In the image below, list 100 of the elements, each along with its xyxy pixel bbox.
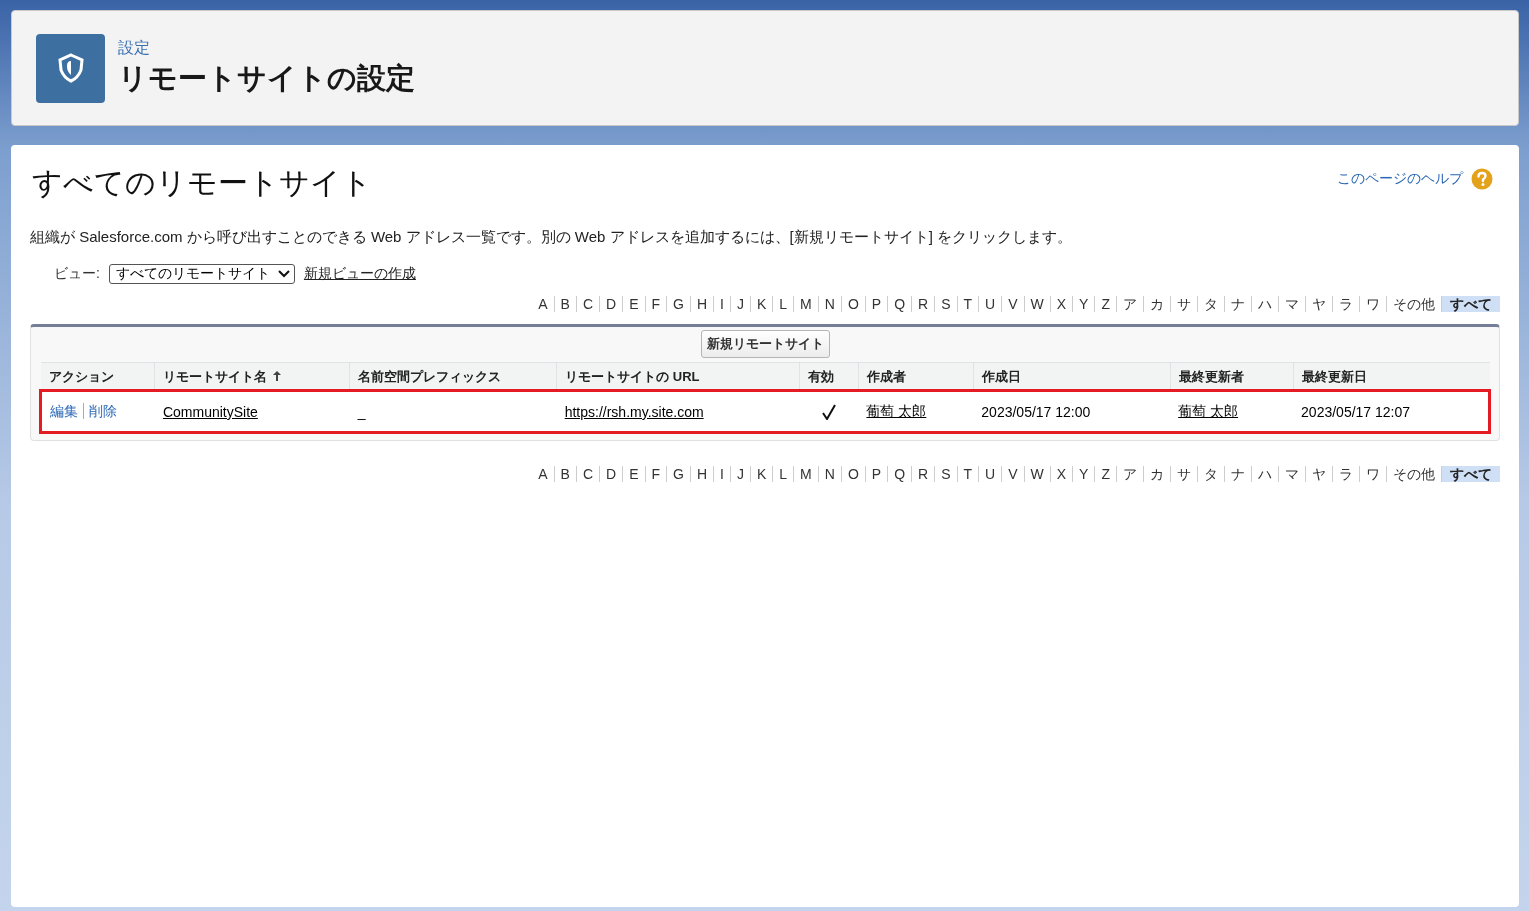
alphabet-filter-link[interactable]: B <box>553 296 576 312</box>
alphabet-filter-link[interactable]: N <box>817 296 841 312</box>
help-link[interactable]: このページのヘルプ <box>1337 170 1463 188</box>
alphabet-filter-link[interactable]: I <box>713 466 730 482</box>
alphabet-filter-link[interactable]: カ <box>1143 466 1170 482</box>
alphabet-filter-link[interactable]: ラ <box>1332 466 1359 482</box>
alphabet-filter-link[interactable]: G <box>666 466 690 482</box>
alphabet-filter-link[interactable]: J <box>729 296 750 312</box>
breadcrumb-link[interactable]: 設定 <box>118 37 150 59</box>
column-header[interactable]: 名前空間プレフィックス <box>349 362 557 391</box>
new-remote-site-button[interactable]: 新規リモートサイト <box>700 330 830 358</box>
alphabet-filter-link[interactable]: S <box>934 296 957 312</box>
alphabet-filter-link[interactable]: U <box>978 296 1002 312</box>
alphabet-filter-link[interactable]: マ <box>1278 466 1305 482</box>
alphabet-filter-link[interactable]: タ <box>1197 296 1224 312</box>
alphabet-filter-link[interactable]: すべて <box>1441 296 1500 312</box>
alphabet-filter-link[interactable]: ア <box>1116 466 1143 482</box>
alphabet-filter-link[interactable]: E <box>622 466 645 482</box>
column-header[interactable]: 最終更新者 <box>1170 362 1294 391</box>
alphabet-filter-link[interactable]: R <box>911 296 935 312</box>
alphabet-filter-link[interactable]: O <box>840 466 865 482</box>
alphabet-filter-link[interactable]: ヤ <box>1305 466 1332 482</box>
alphabet-filter-link[interactable]: ワ <box>1359 466 1386 482</box>
alphabet-filter-link[interactable]: Q <box>887 466 912 482</box>
namespace-cell: _ <box>357 404 366 420</box>
alphabet-filter-link[interactable]: D <box>599 296 623 312</box>
alphabet-filter-link[interactable]: F <box>644 296 667 312</box>
alphabet-filter-link[interactable]: P <box>864 466 888 482</box>
column-header[interactable]: 有効 <box>799 362 859 391</box>
alphabet-filter-link[interactable]: U <box>978 466 1002 482</box>
alphabet-filter-link[interactable]: ナ <box>1224 466 1251 482</box>
view-dropdown[interactable]: すべてのリモートサイト <box>108 264 295 284</box>
alphabet-filter-link[interactable]: N <box>817 466 841 482</box>
user-link[interactable]: 葡萄 太郎 <box>1178 403 1239 419</box>
alphabet-filter-link[interactable]: M <box>793 466 818 482</box>
alphabet-filter-link[interactable]: H <box>689 296 714 312</box>
alphabet-filter-link[interactable]: A <box>532 296 554 312</box>
alphabet-filter-link[interactable]: マ <box>1278 296 1305 312</box>
alphabet-filter-link[interactable]: J <box>729 466 750 482</box>
alphabet-filter-link[interactable]: C <box>575 296 600 312</box>
action-link[interactable]: 編集 <box>50 403 78 419</box>
alphabet-filter-link[interactable]: B <box>553 466 576 482</box>
alphabet-filter-link[interactable]: T <box>956 466 979 482</box>
site-name-link[interactable]: CommunitySite <box>162 404 258 420</box>
alphabet-filter-link[interactable]: X <box>1049 466 1073 482</box>
page-title: リモートサイトの設定 <box>118 60 415 96</box>
date-cell: 2023/05/17 12:00 <box>981 404 1091 420</box>
alphabet-filter-link[interactable]: Y <box>1072 466 1095 482</box>
column-header[interactable]: リモートサイト名 <box>154 362 350 391</box>
create-view-link[interactable]: 新規ビューの作成 <box>303 265 416 283</box>
alphabet-filter-link[interactable]: Z <box>1094 296 1116 312</box>
alphabet-filter-link[interactable]: K <box>749 466 773 482</box>
alphabet-filter-link[interactable]: P <box>864 296 888 312</box>
alphabet-filter-link[interactable]: H <box>689 466 714 482</box>
alphabet-filter-link[interactable]: E <box>622 296 645 312</box>
alphabet-filter-link[interactable]: K <box>749 296 773 312</box>
alphabet-filter-link[interactable]: D <box>599 466 623 482</box>
alphabet-filter-link[interactable]: Z <box>1094 466 1116 482</box>
alphabet-filter-link[interactable]: V <box>1001 466 1024 482</box>
alphabet-filter-link[interactable]: L <box>772 466 794 482</box>
alphabet-filter-link[interactable]: Y <box>1072 296 1095 312</box>
alphabet-filter-link[interactable]: M <box>793 296 818 312</box>
alphabet-filter-link[interactable]: タ <box>1197 466 1224 482</box>
alphabet-filter-link[interactable]: F <box>644 466 667 482</box>
alphabet-filter-link[interactable]: ラ <box>1332 296 1359 312</box>
alphabet-filter-link[interactable]: ヤ <box>1305 296 1332 312</box>
column-header[interactable]: 作成者 <box>858 362 974 391</box>
alphabet-filter-link[interactable]: ア <box>1116 296 1143 312</box>
alphabet-filter-link[interactable]: O <box>840 296 865 312</box>
alphabet-filter-link[interactable]: ナ <box>1224 296 1251 312</box>
column-header[interactable]: 最終更新日 <box>1293 362 1490 391</box>
user-link[interactable]: 葡萄 太郎 <box>866 403 927 419</box>
column-header[interactable]: 作成日 <box>973 362 1171 391</box>
alphabet-filter-link[interactable]: サ <box>1170 466 1197 482</box>
alphabet-filter-link[interactable]: Q <box>887 296 912 312</box>
alphabet-filter-link[interactable]: ハ <box>1251 296 1278 312</box>
alphabet-filter-link[interactable]: サ <box>1170 296 1197 312</box>
date-cell: 2023/05/17 12:07 <box>1301 404 1411 420</box>
alphabet-filter-link[interactable]: X <box>1049 296 1073 312</box>
help-icon[interactable] <box>1471 168 1493 190</box>
alphabet-filter-link[interactable]: W <box>1023 296 1050 312</box>
list-title: すべてのリモートサイト <box>31 165 372 201</box>
alphabet-filter-link[interactable]: G <box>666 296 690 312</box>
alphabet-filter-link[interactable]: すべて <box>1441 466 1500 482</box>
alphabet-filter-link[interactable]: I <box>713 296 730 312</box>
column-header[interactable]: リモートサイトの URL <box>556 362 800 391</box>
alphabet-filter-link[interactable]: ハ <box>1251 466 1278 482</box>
description-text: 組織が Salesforce.com から呼び出すことのできる Web アドレス一覧です。別の Web アドレスを追加するには、[新規リモートサイト] をクリックします。 <box>30 228 1074 247</box>
column-header[interactable]: アクション <box>40 362 155 391</box>
alphabet-filter-link[interactable]: R <box>911 466 935 482</box>
alphabet-filter-link[interactable]: S <box>934 466 957 482</box>
alphabet-filter-link[interactable]: A <box>532 466 554 482</box>
alphabet-filter-link[interactable]: V <box>1001 296 1024 312</box>
alphabet-filter-link[interactable]: W <box>1023 466 1050 482</box>
alphabet-filter-link[interactable]: C <box>575 466 600 482</box>
alphabet-filter-link[interactable]: カ <box>1143 296 1170 312</box>
alphabet-filter-link[interactable]: ワ <box>1359 296 1386 312</box>
alphabet-filter-link[interactable]: T <box>956 296 979 312</box>
action-link[interactable]: 削除 <box>83 403 117 419</box>
alphabet-filter-link[interactable]: L <box>772 296 794 312</box>
